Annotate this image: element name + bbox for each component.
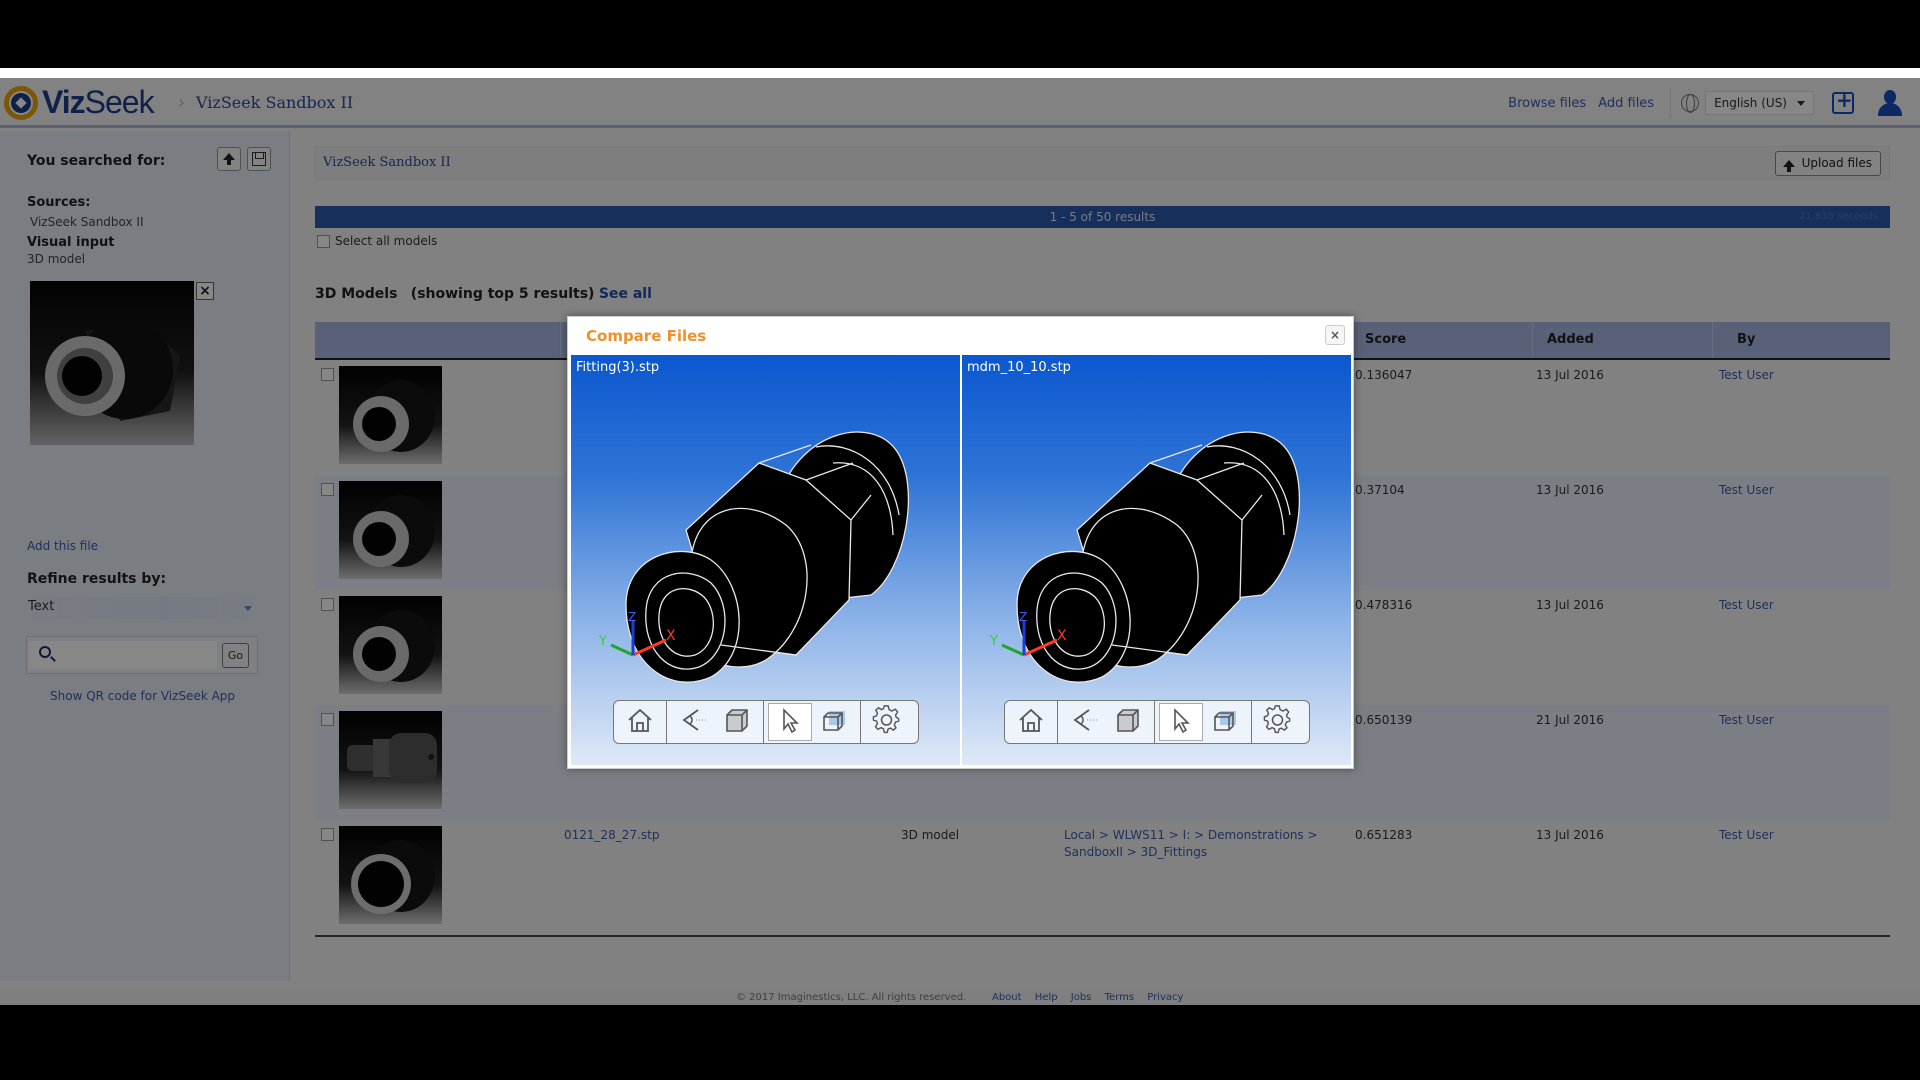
select-pointer-icon: [1166, 705, 1196, 739]
svg-text:X: X: [666, 628, 676, 644]
svg-text:X: X: [1057, 628, 1067, 644]
toolbar-group: [667, 701, 764, 743]
toolbar-group: [861, 701, 913, 743]
viewer-toolbar: [613, 700, 919, 744]
toolbar-group: [614, 701, 667, 743]
fitting-3d-model: X Y Z: [989, 431, 1301, 683]
cube-icon: [1113, 705, 1143, 739]
select-pointer-button[interactable]: [768, 703, 812, 741]
home-icon: [625, 705, 655, 739]
section-box-button[interactable]: [1203, 703, 1247, 741]
dialog-title: Compare Files: [586, 327, 707, 345]
select-pointer-button[interactable]: [1159, 703, 1203, 741]
cube-button[interactable]: [715, 703, 759, 741]
cube-button[interactable]: [1106, 703, 1150, 741]
eye-view-button[interactable]: [1062, 703, 1106, 741]
toolbar-group: [1252, 701, 1304, 743]
svg-text:Y: Y: [598, 634, 607, 649]
home-button[interactable]: [1009, 703, 1053, 741]
viewer-right[interactable]: mdm_10_10.stp XYZ: [962, 355, 1351, 765]
compare-files-dialog: Compare Files × Fitting(3).stp XYZ mdm_1…: [567, 316, 1354, 769]
home-icon: [1016, 705, 1046, 739]
vizseek-app: VizSeek › VizSeek Sandbox II Browse file…: [0, 78, 1920, 1005]
toolbar-group: [764, 701, 861, 743]
section-box-icon: [1210, 705, 1240, 739]
svg-text:Z: Z: [1019, 610, 1027, 624]
section-box-button[interactable]: [812, 703, 856, 741]
close-dialog-button[interactable]: ×: [1325, 325, 1345, 345]
fitting-3d-model: X Y Z: [598, 431, 910, 683]
eye-view-icon: [1069, 705, 1099, 739]
toolbar-group: [1155, 701, 1252, 743]
gear-button[interactable]: [865, 703, 909, 741]
browser-page: VizSeek › VizSeek Sandbox II Browse file…: [0, 68, 1920, 1005]
svg-text:Z: Z: [628, 610, 636, 624]
section-box-icon: [819, 705, 849, 739]
viewer-left[interactable]: Fitting(3).stp XYZ: [571, 355, 960, 765]
gear-button[interactable]: [1256, 703, 1300, 741]
svg-text:Y: Y: [989, 634, 998, 649]
eye-view-icon: [678, 705, 708, 739]
home-button[interactable]: [618, 703, 662, 741]
screen: VizSeek › VizSeek Sandbox II Browse file…: [0, 0, 1920, 1080]
select-pointer-icon: [775, 705, 805, 739]
gear-icon: [872, 705, 902, 739]
viewer-toolbar: [1004, 700, 1310, 744]
toolbar-group: [1058, 701, 1155, 743]
eye-view-button[interactable]: [671, 703, 715, 741]
cube-icon: [722, 705, 752, 739]
gear-icon: [1263, 705, 1293, 739]
toolbar-group: [1005, 701, 1058, 743]
